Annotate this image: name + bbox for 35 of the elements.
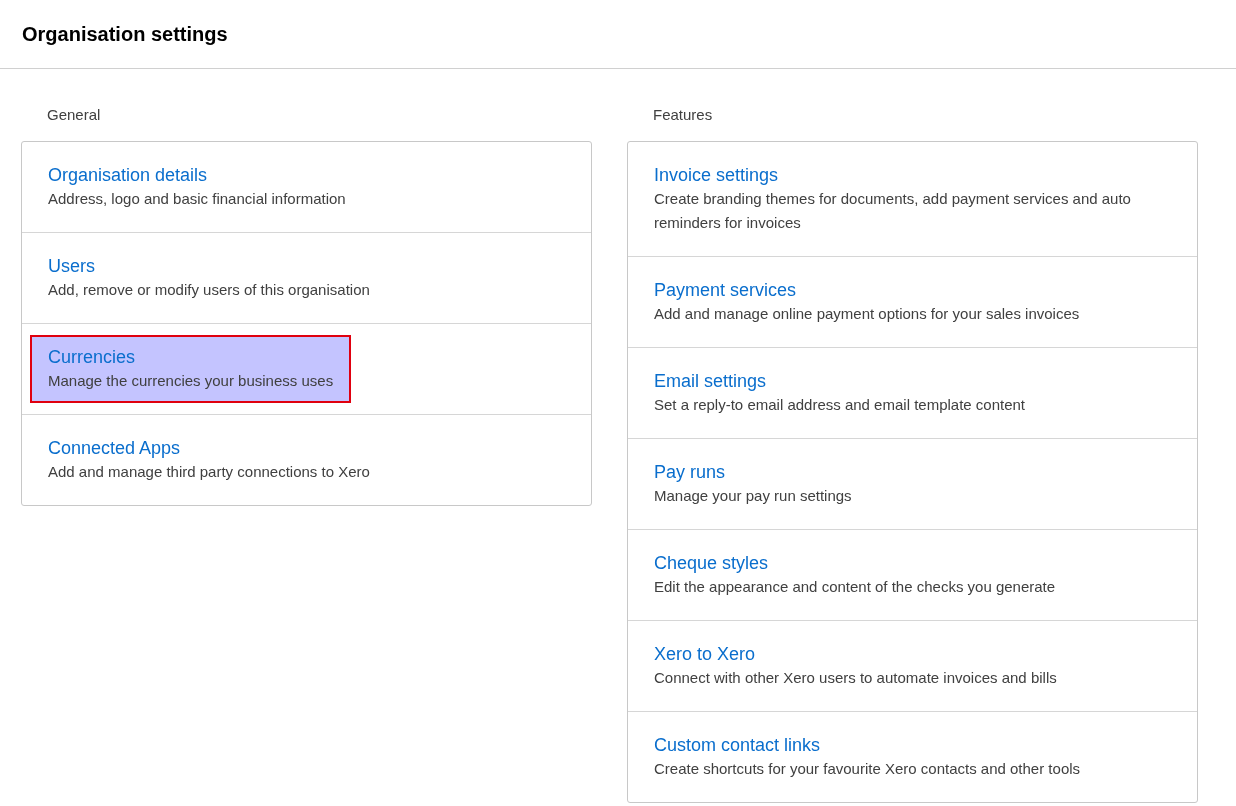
settings-link[interactable]: Email settings: [654, 368, 1026, 393]
settings-link[interactable]: Xero to Xero: [654, 641, 1057, 666]
settings-link[interactable]: Users: [48, 253, 370, 278]
settings-item[interactable]: Organisation details Address, logo and basic financial information: [30, 152, 364, 221]
settings-link[interactable]: Pay runs: [654, 459, 852, 484]
settings-link[interactable]: Cheque styles: [654, 550, 1056, 575]
settings-link[interactable]: Payment services: [654, 277, 1080, 302]
settings-item[interactable]: Payment services Add and manage online payment options for your sales invoices: [636, 267, 1098, 336]
section-heading: Features: [652, 105, 714, 125]
settings-item[interactable]: Custom contact links Create shortcuts for your favourite Xero contacts and other tools: [636, 722, 1099, 791]
settings-description: Add, remove or modify users of this organisation: [48, 279, 370, 300]
section-heading: General: [46, 105, 102, 125]
settings-link[interactable]: Connected Apps: [48, 435, 370, 460]
settings-description: Set a reply-to email address and email template content: [654, 394, 1026, 415]
settings-item[interactable]: Invoice settings Create branding themes for documents, add payment services and auto reminders for invoices: [636, 152, 1189, 245]
settings-description: Create shortcuts for your favourite Xero contacts and other tools: [654, 758, 1081, 779]
settings-link[interactable]: Invoice settings: [654, 162, 1171, 187]
settings-link[interactable]: Custom contact links: [654, 732, 1081, 757]
settings-item[interactable]: Xero to Xero Connect with other Xero users to automate invoices and bills: [636, 631, 1075, 700]
settings-item[interactable]: Pay runs Manage your pay run settings: [636, 449, 870, 518]
settings-item[interactable]: Connected Apps Add and manage third party connections to Xero: [30, 425, 388, 494]
page-title: Organisation settings: [22, 22, 228, 47]
settings-link[interactable]: Organisation details: [48, 162, 346, 187]
settings-item[interactable]: Currencies Manage the currencies your business uses: [30, 334, 352, 403]
settings-description: Address, logo and basic financial information: [48, 188, 346, 209]
settings-description: Add and manage third party connections to Xero: [48, 461, 370, 482]
settings-description: Manage the currencies your business uses: [48, 370, 334, 391]
settings-description: Manage your pay run settings: [654, 485, 852, 506]
settings-item[interactable]: Cheque styles Edit the appearance and content of the checks you generate: [636, 540, 1074, 609]
settings-item[interactable]: Users Add, remove or modify users of this organisation: [30, 243, 388, 312]
settings-item[interactable]: Email settings Set a reply-to email address and email template content: [636, 358, 1044, 427]
settings-description: Connect with other Xero users to automate invoices and bills: [654, 667, 1057, 688]
settings-description: Add and manage online payment options for your sales invoices: [654, 303, 1080, 324]
settings-description: Create branding themes for documents, add payment services and auto reminders for invoices: [654, 188, 1132, 233]
settings-description: Edit the appearance and content of the checks you generate: [654, 576, 1056, 597]
